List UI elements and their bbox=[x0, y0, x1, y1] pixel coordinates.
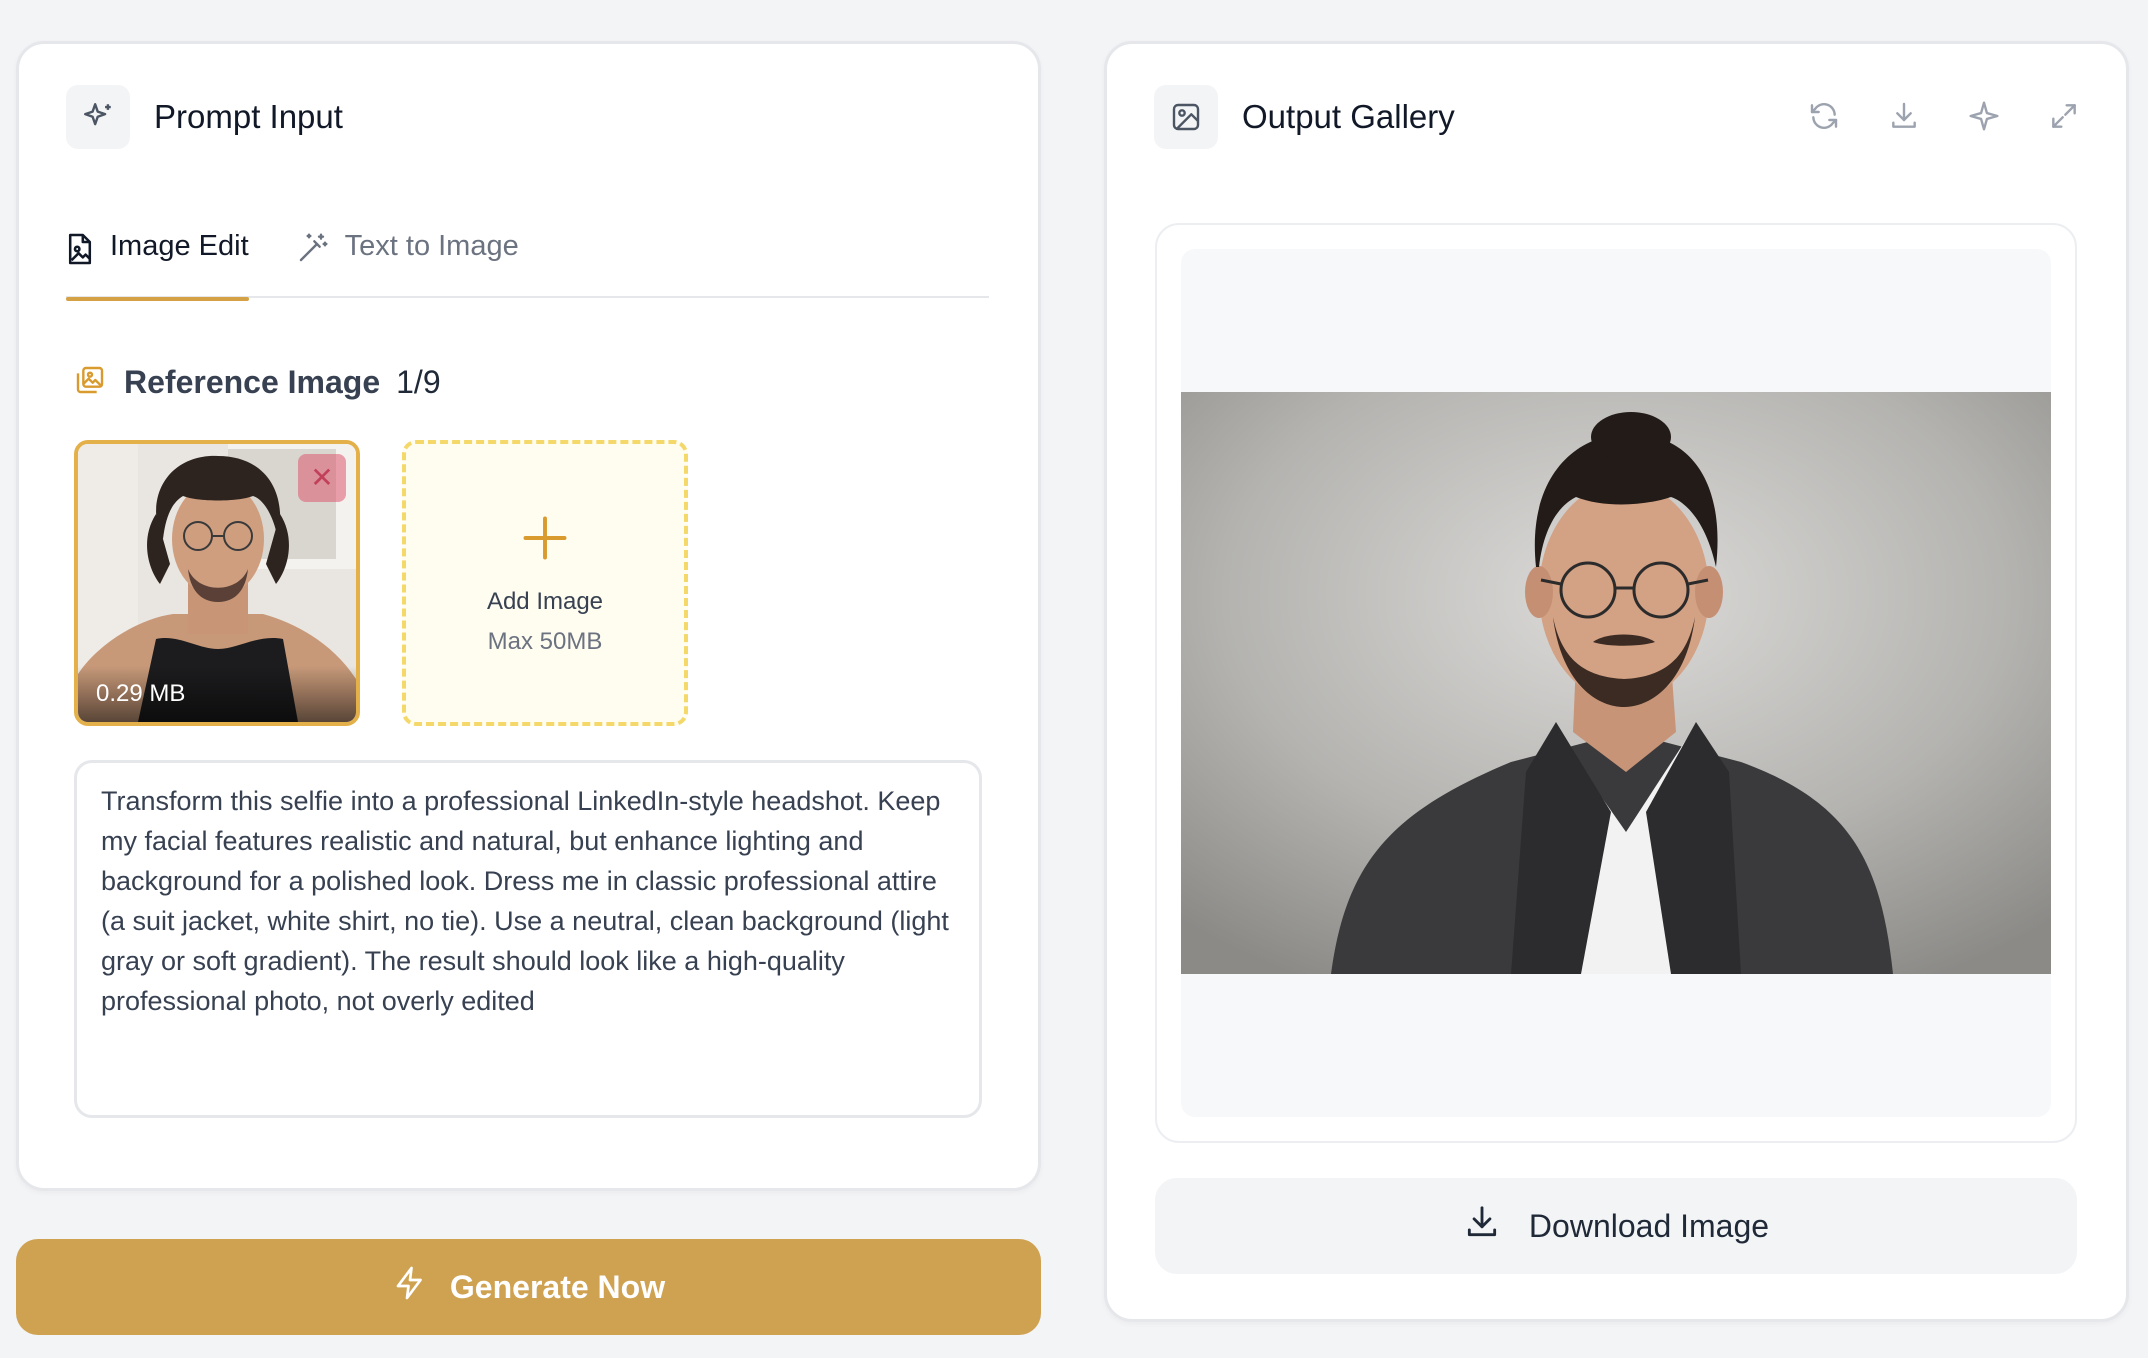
output-image-container bbox=[1181, 249, 2051, 1117]
add-image-label: Add Image bbox=[486, 588, 604, 615]
remove-image-button[interactable]: ✕ bbox=[298, 454, 346, 502]
image-icon bbox=[1154, 85, 1218, 149]
download-image-button[interactable]: Download Image bbox=[1155, 1178, 2077, 1274]
prompt-input-panel: Prompt Input Image Edit Text to Image Re… bbox=[16, 41, 1041, 1191]
magic-wand-icon bbox=[297, 230, 329, 272]
sparkles-icon bbox=[66, 85, 130, 149]
refresh-icon[interactable] bbox=[1806, 98, 1842, 134]
plus-icon bbox=[519, 510, 571, 570]
output-gallery-header: Output Gallery bbox=[1154, 85, 1455, 149]
tab-image-edit[interactable]: Image Edit bbox=[66, 230, 249, 301]
prompt-textarea[interactable]: Transform this selfie into a professiona… bbox=[74, 760, 982, 1118]
tab-text-to-image[interactable]: Text to Image bbox=[297, 230, 519, 298]
lightning-icon bbox=[392, 1263, 428, 1311]
image-size-label: 0.29 MB bbox=[78, 666, 356, 722]
mode-tabs: Image Edit Text to Image bbox=[66, 230, 989, 301]
download-icon[interactable] bbox=[1886, 98, 1922, 134]
generate-label: Generate Now bbox=[449, 1268, 666, 1305]
download-label: Download Image bbox=[1528, 1207, 1770, 1244]
prompt-input-header: Prompt Input bbox=[66, 85, 343, 149]
output-gallery-frame bbox=[1155, 223, 2077, 1143]
generated-headshot-image[interactable] bbox=[1181, 392, 2051, 974]
gallery-actions bbox=[1806, 98, 2082, 134]
tab-label: Image Edit bbox=[110, 230, 249, 262]
reference-thumbnail[interactable]: ✕ 0.29 MB bbox=[74, 440, 360, 726]
expand-icon[interactable] bbox=[2046, 98, 2082, 134]
add-image-button[interactable]: Add Image Max 50MB bbox=[402, 440, 688, 726]
image-file-icon bbox=[66, 230, 94, 274]
reference-image-title: Reference Image bbox=[124, 364, 381, 400]
generate-now-button[interactable]: Generate Now bbox=[16, 1239, 1041, 1335]
sparkle-icon[interactable] bbox=[1966, 98, 2002, 134]
close-icon: ✕ bbox=[310, 462, 334, 493]
tab-label: Text to Image bbox=[344, 230, 519, 262]
panel-title: Prompt Input bbox=[154, 98, 343, 135]
output-gallery-panel: Output Gallery Download Image bbox=[1104, 41, 2129, 1322]
download-icon bbox=[1463, 1203, 1501, 1249]
panel-title: Output Gallery bbox=[1242, 98, 1455, 135]
reference-image-count: 1/9 bbox=[396, 364, 441, 400]
reference-image-header: Reference Image 1/9 bbox=[74, 364, 441, 401]
images-icon bbox=[74, 364, 106, 401]
add-image-limit: Max 50MB bbox=[487, 628, 603, 655]
